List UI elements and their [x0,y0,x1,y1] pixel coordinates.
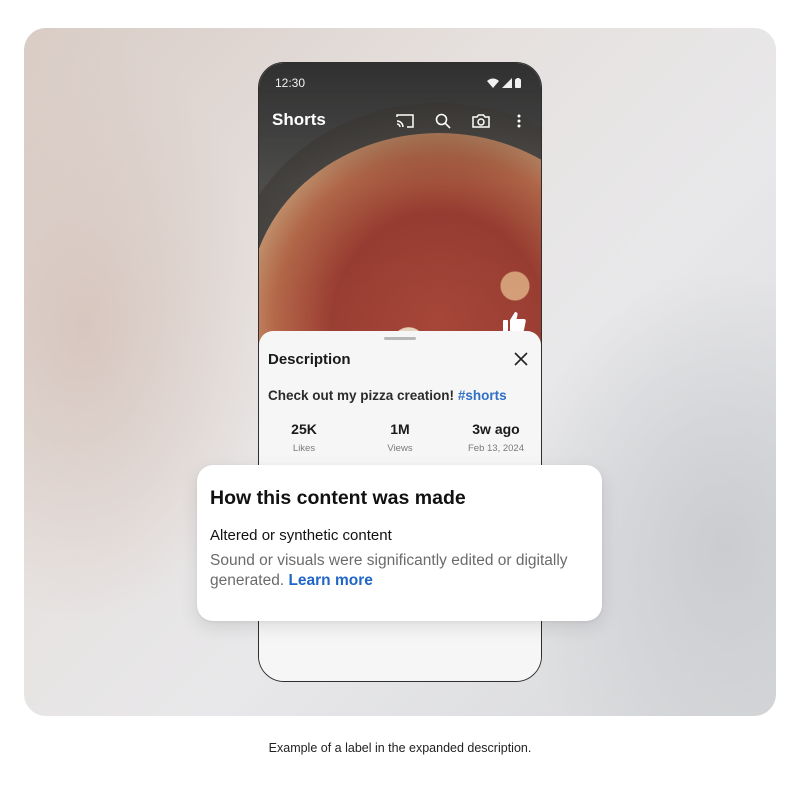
figure-caption: Example of a label in the expanded descr… [268,741,532,755]
sheet-title: Description [268,351,351,368]
status-time: 12:30 [275,76,306,90]
camera-icon[interactable] [471,111,491,131]
signal-icon [502,75,512,93]
stat-likes: 25K Likes [291,421,317,454]
battery-icon [515,75,521,93]
more-vert-icon[interactable] [509,111,529,131]
description-text: Check out my pizza creation! #shorts [268,388,507,403]
stat-views: 1M Views [387,421,413,454]
popup-subtitle: Altered or synthetic content [210,527,392,544]
popup-title: How this content was made [210,487,466,509]
top-app-bar: Shorts [259,103,541,139]
stat-date: 3w ago Feb 13, 2024 [468,421,524,454]
search-icon[interactable] [433,111,453,131]
popup-body: Sound or visuals were significantly edit… [210,552,568,589]
content-label-popup: How this content was made Altered or syn… [197,465,602,621]
wifi-icon [487,75,499,93]
close-icon[interactable] [511,349,531,369]
status-bar: 12:30 [259,63,541,101]
drag-handle[interactable] [384,337,416,340]
page-title: Shorts [272,110,326,129]
learn-more-link[interactable]: Learn more [288,572,372,589]
cast-icon[interactable] [395,111,415,131]
video-player[interactable]: 12:30 Shorts [259,63,541,363]
hashtag-link[interactable]: #shorts [458,388,507,403]
